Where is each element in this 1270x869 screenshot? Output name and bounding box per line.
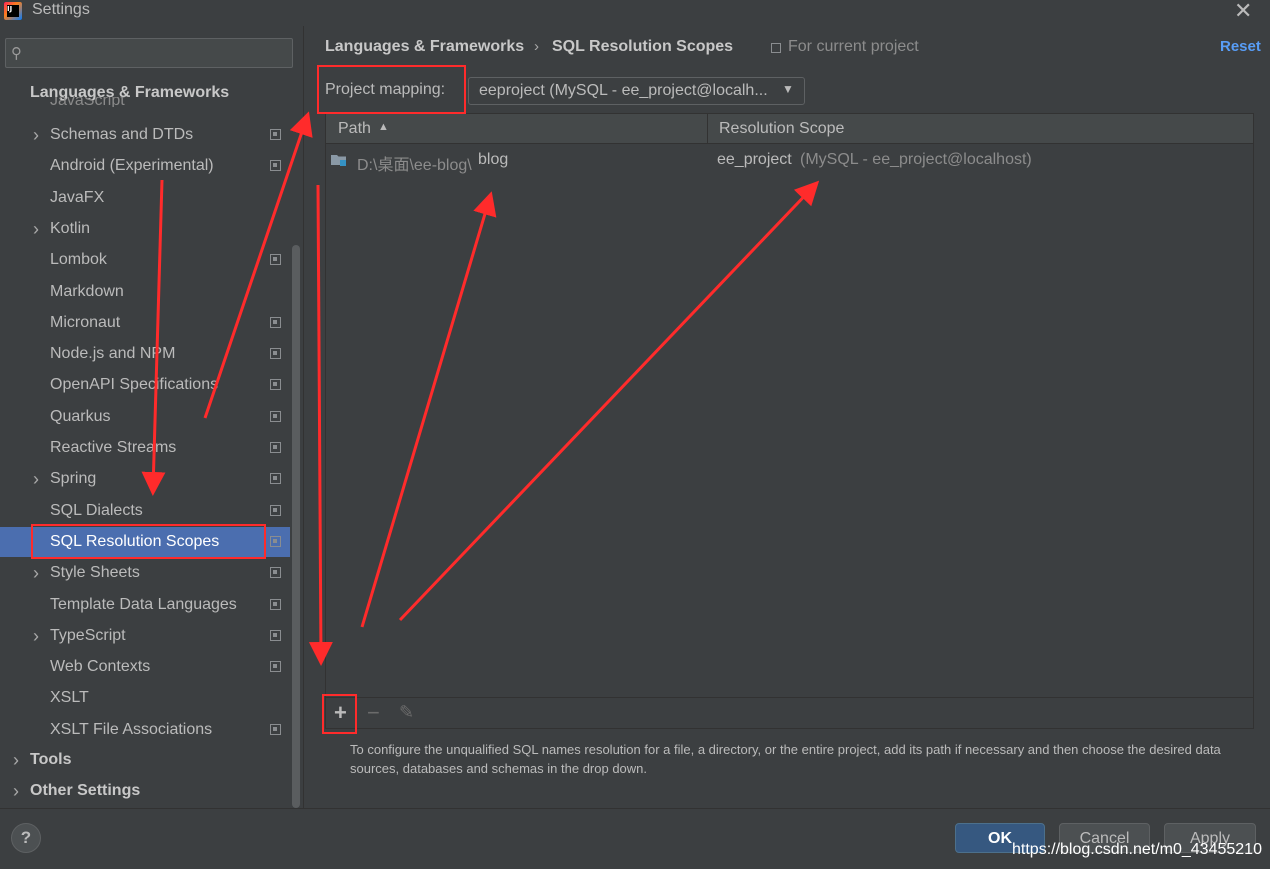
annotation-arrows	[141, 111, 820, 666]
annotation-arrow-4	[360, 191, 497, 628]
annotation-arrow-3	[308, 184, 333, 666]
annotation-arrow-5	[398, 180, 820, 622]
annotation-arrow-1	[141, 179, 166, 496]
annotation-arrow-2	[203, 111, 313, 419]
